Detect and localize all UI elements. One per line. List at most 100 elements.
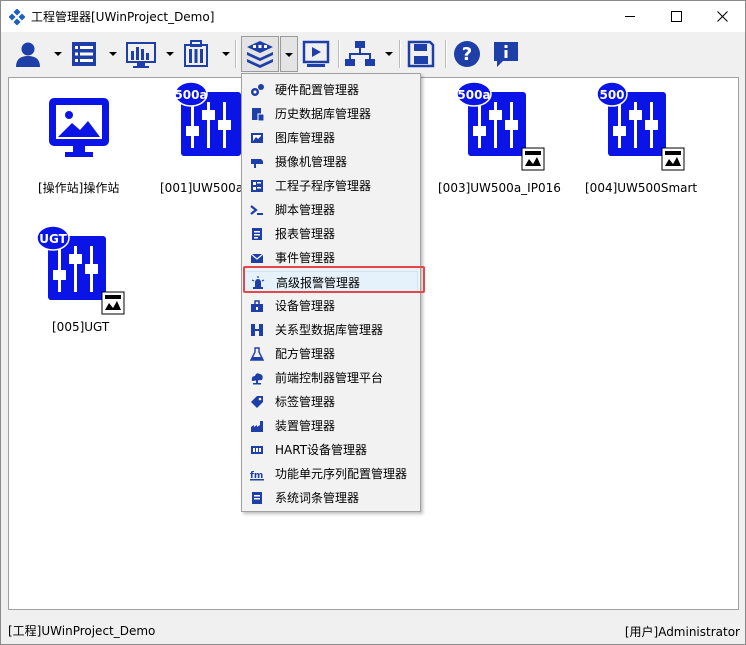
function-unit-icon: fm: [250, 471, 264, 481]
list-icon: [72, 42, 96, 66]
device-label: [操作站]操作站: [38, 181, 120, 195]
menu-item-function-unit[interactable]: fm 功能单元序列配置管理器: [244, 463, 418, 485]
controller-icon: [184, 40, 208, 67]
dictionary-icon: [252, 492, 262, 504]
toolbar-separator: [235, 40, 237, 68]
menu-item-camera[interactable]: 摄像机管理器: [244, 151, 418, 173]
toolbar-separator: [445, 40, 447, 68]
toolbar-separator: [338, 40, 340, 68]
save-toolbar-button[interactable]: [406, 36, 440, 72]
network-icon: [345, 41, 375, 66]
menu-item-label: 系统词条管理器: [275, 491, 360, 505]
device-label: [003]UW500a_IP016: [438, 181, 561, 195]
info-icon: [494, 42, 518, 67]
minimize-icon: [624, 16, 635, 17]
device-item-005[interactable]: UGT: [32, 224, 125, 334]
device-item-003[interactable]: 500a: [452, 80, 545, 190]
network-dropdown-arrow[interactable]: [385, 52, 393, 56]
svg-text:500: 500: [599, 88, 624, 102]
svg-text:?: ?: [462, 44, 472, 65]
title-bar: 工程管理器[UWinProject_Demo]: [1, 1, 745, 32]
menu-item-recipe[interactable]: 配方管理器: [244, 343, 418, 365]
highlight-annotation-box: [243, 266, 425, 293]
menu-item-dictionary[interactable]: 系统词条管理器: [244, 487, 418, 509]
status-bar: [工程]UWinProject_Demo [用户]Administrator: [1, 615, 745, 644]
menu-item-label: 图库管理器: [275, 131, 336, 145]
close-icon: [716, 11, 728, 22]
tools-dropdown-button[interactable]: [280, 36, 298, 72]
menu-item-label: 标签管理器: [275, 395, 336, 409]
subprogram-icon: [251, 180, 263, 192]
tools-layers-icon: [247, 41, 273, 68]
menu-item-unit[interactable]: 装置管理器: [244, 415, 418, 437]
menu-item-relational-database[interactable]: 关系型数据库管理器: [244, 319, 418, 341]
menu-item-hardware-config[interactable]: 硬件配置管理器: [244, 79, 418, 101]
user-dropdown-arrow[interactable]: [54, 52, 62, 56]
menu-item-label: 前端控制器管理平台: [275, 371, 384, 385]
maximize-icon: [670, 11, 682, 22]
menu-item-label: 历史数据库管理器: [275, 107, 372, 121]
run-screen-icon: [302, 40, 330, 67]
device-label: [005]UGT: [52, 320, 110, 334]
network-toolbar-button[interactable]: [344, 36, 378, 72]
controller-device-icon: 500: [596, 81, 685, 171]
menu-item-label: 功能单元序列配置管理器: [275, 467, 408, 481]
help-question-icon: ?: [454, 41, 480, 67]
camera-icon: [251, 159, 263, 168]
minimize-button[interactable]: [607, 1, 653, 32]
gallery-icon: [251, 133, 263, 143]
controller-device-icon: 500a: [456, 81, 545, 171]
user-toolbar-button[interactable]: [13, 36, 47, 72]
close-button[interactable]: [699, 1, 745, 32]
controller-device-icon: 500a: [175, 81, 241, 156]
event-icon: [250, 253, 264, 263]
list-dropdown-arrow[interactable]: [109, 52, 117, 56]
monitor-chart-icon: [126, 42, 156, 68]
operator-station-monitor-icon: [49, 98, 109, 157]
device-item-004[interactable]: 500: [592, 80, 685, 190]
menu-item-hart[interactable]: HART设备管理器: [244, 439, 418, 461]
controller-dropdown-arrow[interactable]: [222, 52, 230, 56]
device-label: [004]UW500Smart: [585, 181, 698, 195]
save-disk-icon: [407, 40, 435, 68]
menu-item-history-database[interactable]: 历史数据库管理器: [244, 103, 418, 125]
menu-item-report[interactable]: 报表管理器: [244, 223, 418, 245]
run-toolbar-button[interactable]: [301, 36, 335, 72]
recipe-icon: [250, 347, 264, 361]
controller-platform-icon: [251, 373, 263, 385]
menu-item-tag[interactable]: 标签管理器: [244, 391, 418, 413]
monitor-toolbar-button[interactable]: [125, 36, 159, 72]
tag-icon: [251, 396, 263, 408]
menu-item-label: 报表管理器: [275, 227, 336, 241]
menu-item-gallery[interactable]: 图库管理器: [244, 127, 418, 149]
controller-toolbar-button[interactable]: [181, 36, 215, 72]
window-title: 工程管理器[UWinProject_Demo]: [31, 10, 215, 24]
unit-icon: [251, 421, 263, 432]
menu-item-label: HART设备管理器: [275, 443, 368, 457]
tools-dropdown-arrow: [285, 53, 293, 57]
list-toolbar-button[interactable]: [69, 36, 103, 72]
project-manager-window: 工程管理器[UWinProject_Demo] ? [操作站]操作站 500a …: [0, 0, 746, 645]
report-icon: [252, 228, 262, 240]
menu-item-controller-platform[interactable]: 前端控制器管理平台: [244, 367, 418, 389]
ugt-device-icon: UGT: [36, 225, 125, 315]
maximize-button[interactable]: [653, 1, 699, 32]
history-database-icon: [252, 108, 264, 121]
menu-item-label: 配方管理器: [275, 347, 336, 361]
menu-item-script[interactable]: 脚本管理器: [244, 199, 418, 221]
menu-item-label: 设备管理器: [275, 299, 336, 313]
help-toolbar-button[interactable]: ?: [452, 36, 486, 72]
monitor-dropdown-arrow[interactable]: [166, 52, 174, 56]
user-icon: [16, 42, 40, 67]
toolbar: ?: [1, 32, 745, 76]
script-icon: [250, 205, 263, 215]
about-toolbar-button[interactable]: [491, 36, 525, 72]
menu-item-device[interactable]: 设备管理器: [244, 295, 418, 317]
status-user: [用户]Administrator: [624, 625, 740, 639]
tools-toolbar-button[interactable]: [241, 36, 279, 72]
menu-item-subprogram[interactable]: 工程子程序管理器: [244, 175, 418, 197]
hardware-config-icon: [251, 84, 264, 96]
device-badge-text: 500a: [175, 88, 208, 102]
status-project: [工程]UWinProject_Demo: [8, 624, 156, 638]
menu-item-label: 装置管理器: [275, 419, 336, 433]
